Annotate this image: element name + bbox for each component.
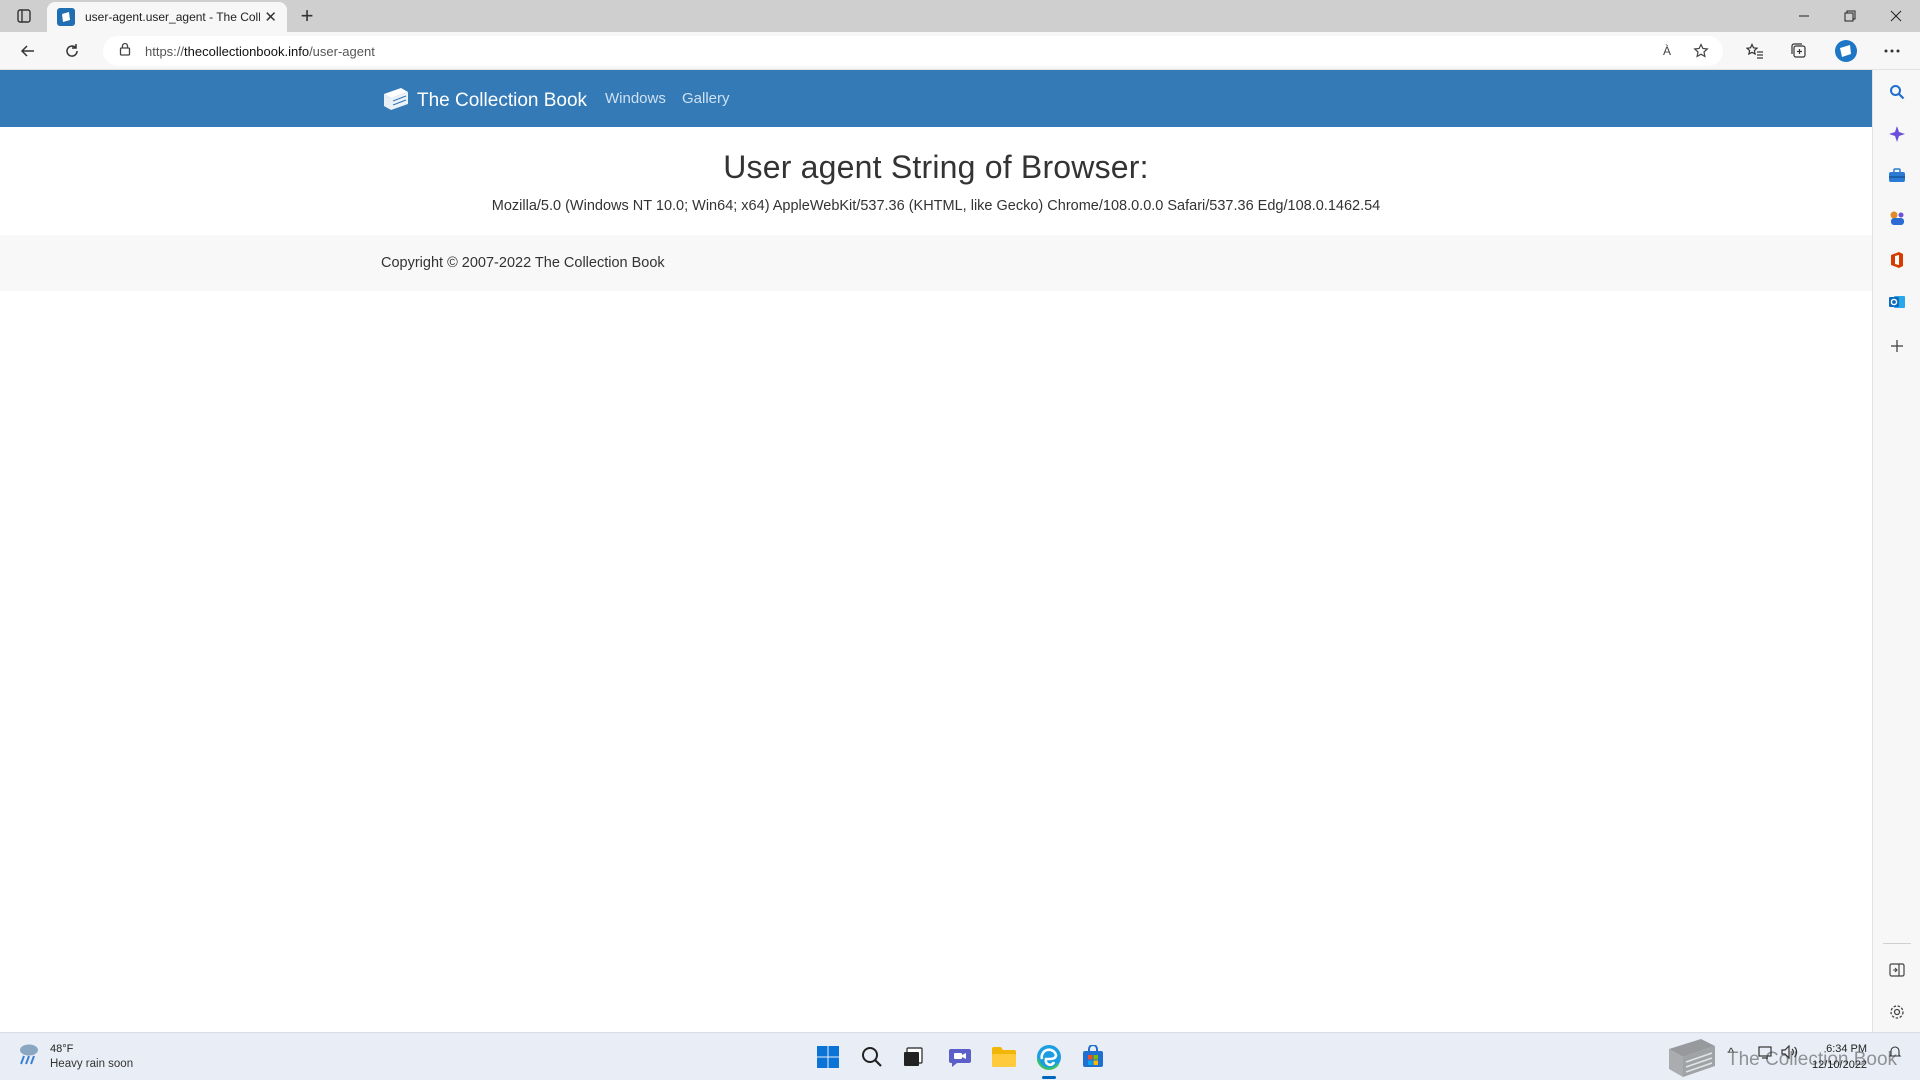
sidebar-discover-icon[interactable]: [1883, 120, 1911, 148]
active-tab[interactable]: user-agent.user_agent - The Coll ✕: [47, 2, 287, 32]
lock-icon[interactable]: [119, 42, 131, 61]
start-windows-icon[interactable]: [812, 1041, 844, 1073]
extension-icon[interactable]: [1832, 38, 1860, 64]
close-window-button[interactable]: [1873, 0, 1919, 32]
system-clock[interactable]: 6:34 PM 12/10/2022: [1812, 1041, 1867, 1073]
book-logo-icon: [381, 84, 411, 117]
copyright-text: Copyright © 2007-2022 The Collection Boo…: [381, 255, 665, 271]
nav-link-gallery[interactable]: Gallery: [682, 90, 730, 107]
url-text[interactable]: https://thecollectionbook.info/user-agen…: [145, 44, 375, 59]
sidebar-add-icon[interactable]: [1883, 332, 1911, 360]
back-button[interactable]: [14, 38, 42, 64]
store-icon[interactable]: [1077, 1041, 1109, 1073]
rain-cloud-icon: [16, 1041, 42, 1072]
read-aloud-icon[interactable]: À: [1653, 36, 1681, 66]
watermark-book-icon: [1665, 1035, 1719, 1084]
nav-link-windows[interactable]: Windows: [605, 90, 666, 107]
new-tab-button[interactable]: +: [294, 4, 320, 28]
weather-widget[interactable]: 48°F Heavy rain soon: [16, 1041, 133, 1072]
book-favicon-icon: [57, 8, 75, 26]
volume-icon[interactable]: [1781, 1044, 1799, 1062]
file-explorer-icon[interactable]: [988, 1041, 1020, 1073]
sidebar-search-icon[interactable]: [1883, 78, 1911, 106]
task-view-icon[interactable]: [898, 1041, 930, 1073]
sidebar-divider: [1883, 943, 1911, 944]
web-page: The Collection Book Windows Gallery User…: [0, 70, 1872, 1032]
sidebar-hide-icon[interactable]: [1883, 956, 1911, 984]
minimize-button[interactable]: [1781, 0, 1827, 32]
clock-date: 12/10/2022: [1812, 1059, 1868, 1071]
weather-temperature: 48°F: [50, 1042, 74, 1055]
tray-overflow-icon[interactable]: ^: [1728, 1045, 1734, 1060]
sidebar-office-icon[interactable]: [1883, 246, 1911, 274]
sidebar-games-icon[interactable]: [1883, 204, 1911, 232]
user-agent-string: Mozilla/5.0 (Windows NT 10.0; Win64; x64…: [491, 198, 1381, 214]
network-icon[interactable]: [1757, 1045, 1773, 1062]
notification-icon[interactable]: [1888, 1045, 1902, 1062]
collections-icon[interactable]: [1785, 38, 1813, 64]
tab-close-icon[interactable]: ✕: [264, 8, 277, 26]
tab-actions-icon[interactable]: [10, 4, 38, 28]
sidebar-settings-icon[interactable]: [1883, 998, 1911, 1026]
site-header: The Collection Book Windows Gallery: [0, 70, 1872, 127]
more-menu-icon[interactable]: [1878, 38, 1906, 64]
add-favorite-icon[interactable]: [1687, 36, 1715, 66]
site-brand[interactable]: The Collection Book: [381, 84, 587, 117]
edge-sidebar: [1872, 70, 1920, 1032]
tab-title: user-agent.user_agent - The Coll: [85, 10, 260, 24]
sidebar-tools-icon[interactable]: [1883, 162, 1911, 190]
taskbar-search-icon[interactable]: [856, 1041, 888, 1073]
favorites-icon[interactable]: [1741, 38, 1769, 64]
browser-toolbar: https://thecollectionbook.info/user-agen…: [0, 32, 1920, 70]
site-brand-text: The Collection Book: [417, 89, 588, 111]
refresh-button[interactable]: [58, 38, 86, 64]
page-heading: User agent String of Browser:: [723, 149, 1149, 185]
weather-condition: Heavy rain soon: [50, 1057, 134, 1070]
clock-time: 6:34 PM: [1826, 1043, 1868, 1055]
tab-bar: user-agent.user_agent - The Coll ✕ +: [0, 0, 1920, 32]
sidebar-outlook-icon[interactable]: [1883, 288, 1911, 316]
edge-browser-icon[interactable]: [1033, 1041, 1065, 1073]
site-footer: Copyright © 2007-2022 The Collection Boo…: [0, 235, 1872, 291]
address-bar[interactable]: https://thecollectionbook.info/user-agen…: [103, 36, 1723, 66]
active-app-indicator: [1042, 1076, 1056, 1079]
taskbar: 48°F Heavy rain soon The Collection Book…: [0, 1032, 1920, 1080]
teams-chat-icon[interactable]: [944, 1041, 976, 1073]
restore-button[interactable]: [1827, 0, 1873, 32]
